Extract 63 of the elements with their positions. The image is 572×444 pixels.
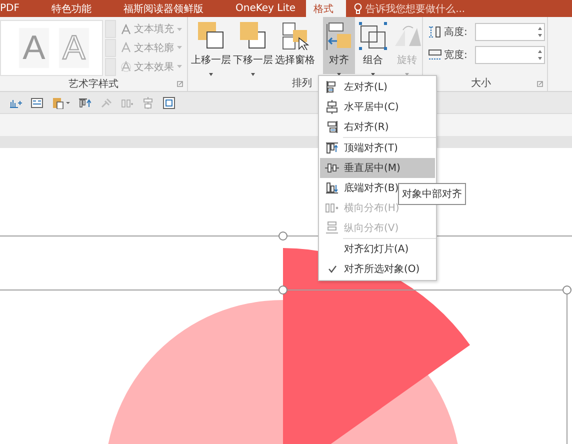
align-right-icon (325, 120, 339, 134)
bar-chart-icon[interactable] (10, 98, 22, 108)
ribbon-tab[interactable]: 特色功能 (35, 0, 108, 17)
group-label: 大小 (471, 76, 491, 90)
ribbon-button[interactable]: 下移一层 (233, 17, 273, 74)
menu-item[interactable]: 顶端对齐(T) (320, 138, 435, 158)
distribute-vertical-icon (325, 221, 339, 235)
ribbon-tab[interactable]: 福斯阅读器领鲜版 (107, 0, 220, 17)
menu-item[interactable]: 对齐幻灯片(A) (320, 239, 435, 259)
letter-shape-icon (121, 61, 131, 72)
group-label: 排列 (292, 76, 312, 90)
menu-item-label: 对齐所选对象(O) (344, 262, 420, 276)
align-top-icon[interactable] (79, 98, 91, 108)
letter-shape-icon (121, 42, 131, 54)
menu-item-label: 垂直居中(M) (344, 162, 400, 175)
group-icon (357, 20, 389, 50)
launcher-icon[interactable] (177, 81, 183, 87)
ribbon-button[interactable]: 上移一层 (191, 17, 231, 74)
field-label: 高度: (444, 26, 468, 39)
checkmark-icon (328, 265, 336, 273)
menu-item[interactable]: 水平居中(C) (320, 97, 435, 117)
field-label: 宽度: (444, 48, 468, 62)
text-box-icon[interactable] (31, 98, 43, 108)
menu-item[interactable]: 对齐所选对象(O) (320, 259, 435, 279)
align-top-icon (325, 141, 339, 155)
letter-shape-icon (121, 24, 131, 35)
menu-item-label: 底端对齐(B) (344, 182, 399, 195)
menu-item[interactable]: 左对齐(L) (320, 77, 435, 97)
menu-item-label: 横向分布(H) (344, 202, 400, 215)
align-center-icon (325, 100, 339, 114)
pin-icon[interactable] (100, 98, 112, 108)
center-align-icon[interactable] (142, 96, 154, 108)
dropdown-icon (177, 65, 182, 68)
launcher-icon[interactable] (537, 81, 543, 87)
fit-icon[interactable] (163, 96, 175, 108)
distribute-horizontal-icon (325, 201, 339, 215)
size-field[interactable] (475, 23, 546, 41)
tell-me-field[interactable]: 告诉我您想要做什么... (366, 2, 466, 16)
dropdown-icon (177, 46, 182, 50)
lightbulb-icon (354, 3, 362, 14)
width-icon (428, 49, 442, 61)
menu-item-label: 右对齐(R) (344, 120, 389, 134)
ribbon-tab[interactable]: 格式 (306, 0, 346, 17)
size-field[interactable] (475, 46, 546, 64)
paste-icon[interactable] (52, 96, 70, 108)
distribute-icon[interactable] (121, 98, 133, 108)
group-label: 艺术字样式 (68, 78, 118, 90)
dropdown-icon (177, 28, 182, 31)
ribbon-tab[interactable]: PDF (0, 0, 36, 17)
ribbon-button[interactable]: 对齐 (323, 17, 355, 74)
ribbon-tab[interactable]: OneKey Lite (219, 0, 306, 17)
align-bottom-icon (325, 181, 339, 195)
menu-item[interactable]: 右对齐(R) (320, 117, 435, 137)
menu-item-label: 左对齐(L) (344, 80, 388, 94)
tooltip: 对象中部对齐 (398, 183, 466, 205)
menu-item-label: 纵向分布(V) (344, 222, 399, 235)
menu-item[interactable]: 垂直居中(M) (320, 158, 435, 178)
ribbon-button[interactable]: 选择窗格 (275, 17, 315, 74)
height-icon (428, 26, 442, 38)
menu-item-label: 对齐幻灯片(A) (344, 242, 409, 256)
align-middle-icon (325, 161, 339, 175)
menu-item-label: 顶端对齐(T) (344, 142, 398, 155)
menu-item-label: 水平居中(C) (344, 100, 399, 114)
